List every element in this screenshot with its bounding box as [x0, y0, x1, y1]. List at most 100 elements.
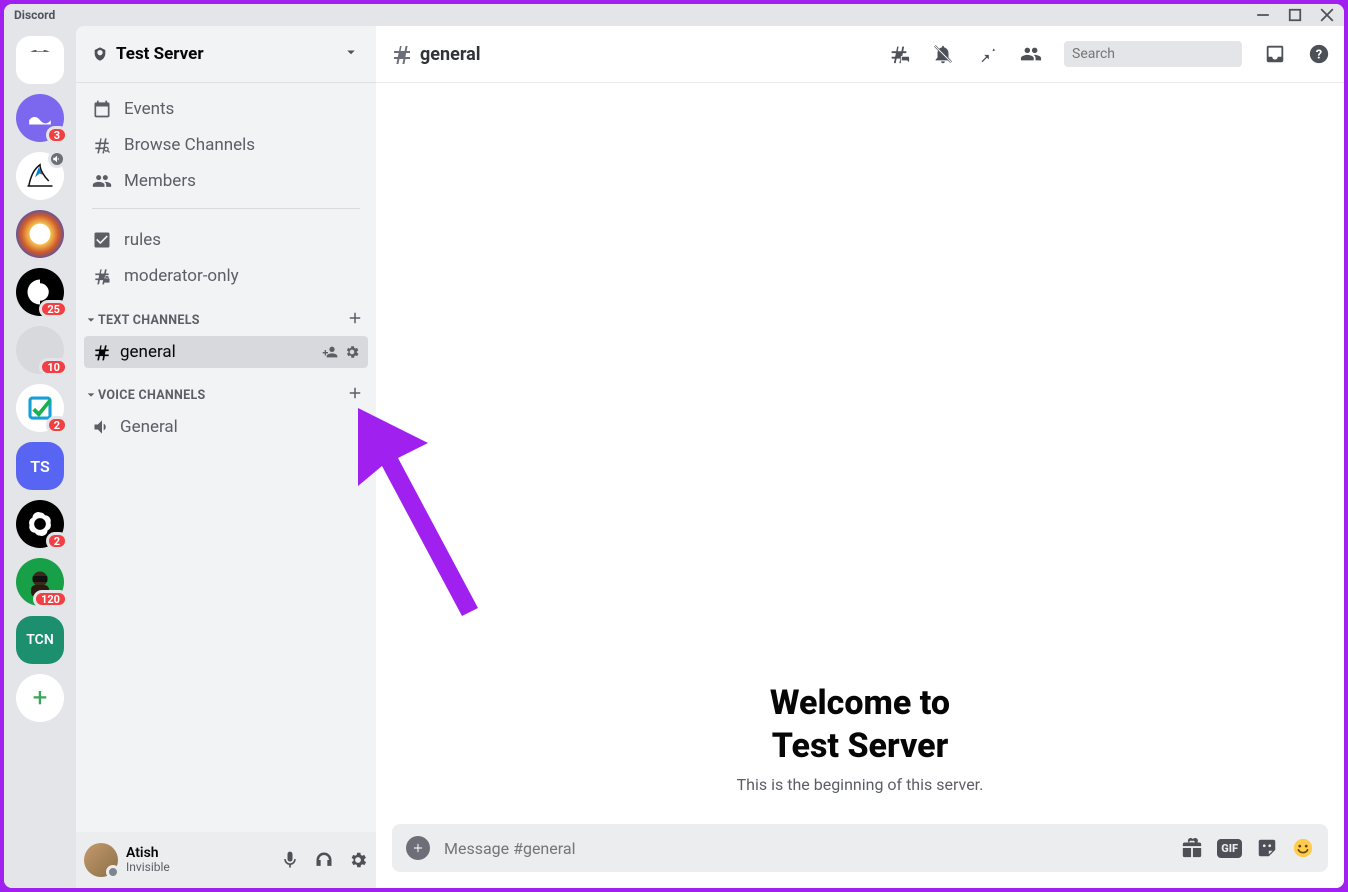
add-voice-channel-button[interactable]: [346, 384, 364, 406]
settings-gear-icon[interactable]: [348, 850, 368, 870]
nav-browse-channels[interactable]: Browse Channels: [84, 128, 368, 162]
hash-lock-icon: [92, 266, 112, 286]
sticker-icon[interactable]: [1256, 837, 1278, 859]
app-title: Discord: [14, 8, 55, 22]
server-item-3[interactable]: [16, 210, 64, 258]
channel-rules[interactable]: rules: [84, 223, 368, 257]
deafen-icon[interactable]: [314, 850, 334, 870]
member-list-icon[interactable]: [1020, 43, 1042, 65]
add-server-button[interactable]: +: [16, 674, 64, 722]
voice-indicator-icon: [48, 150, 66, 168]
server-item-1[interactable]: 3: [16, 94, 64, 142]
plus-icon: [411, 841, 425, 855]
channel-sidebar: Test Server Events Browse Channels Membe…: [76, 26, 376, 888]
channel-rules-label: rules: [124, 230, 161, 250]
nav-members-label: Members: [124, 171, 196, 191]
category-voice-label: VOICE CHANNELS: [98, 388, 206, 403]
speaker-icon: [92, 417, 112, 437]
gear-icon[interactable]: [344, 344, 360, 360]
unread-badge: 10: [39, 358, 68, 376]
calendar-icon: [92, 99, 112, 119]
welcome-block: Welcome to Test Server This is the begin…: [737, 682, 984, 794]
unread-badge: 25: [39, 300, 68, 318]
message-input[interactable]: [444, 839, 1167, 858]
unread-badge: 2: [46, 416, 68, 434]
chevron-down-icon: [86, 390, 96, 400]
channel-general[interactable]: general: [84, 336, 368, 368]
search-input[interactable]: [1072, 46, 1250, 62]
guild-rail: 3 25 10 2 TS 2: [4, 26, 76, 888]
home-button[interactable]: [16, 36, 64, 84]
voice-channel-general[interactable]: General: [84, 411, 368, 443]
rules-icon: [92, 230, 112, 250]
server-header[interactable]: Test Server: [76, 26, 376, 82]
server-item-6[interactable]: 2: [16, 384, 64, 432]
server-boost-icon: [92, 46, 108, 62]
nav-browse-label: Browse Channels: [124, 135, 255, 155]
attach-button[interactable]: [406, 836, 430, 860]
channel-general-label: general: [120, 342, 176, 362]
chevron-down-icon: [86, 315, 96, 325]
user-status: Invisible: [126, 861, 272, 874]
server-ts-label: TS: [30, 457, 49, 476]
search-box[interactable]: [1064, 41, 1242, 67]
hash-icon: [390, 42, 414, 66]
welcome-subtitle: This is the beginning of this server.: [737, 775, 984, 794]
server-name: Test Server: [116, 44, 204, 64]
divider: [92, 208, 360, 209]
emoji-icon[interactable]: [1292, 837, 1314, 859]
mute-icon[interactable]: [280, 850, 300, 870]
nav-events[interactable]: Events: [84, 92, 368, 126]
user-info[interactable]: Atish Invisible: [126, 846, 272, 875]
category-text-channels[interactable]: TEXT CHANNELS: [84, 305, 368, 335]
maximize-icon[interactable]: [1288, 8, 1302, 22]
browse-icon: [92, 135, 112, 155]
chat-channel-name: general: [420, 44, 481, 65]
voice-channel-general-label: General: [120, 417, 178, 437]
server-item-ts[interactable]: TS: [16, 442, 64, 490]
user-avatar[interactable]: [84, 843, 118, 877]
category-text-label: TEXT CHANNELS: [98, 313, 200, 328]
inbox-icon[interactable]: [1264, 43, 1286, 65]
pinned-icon[interactable]: [976, 43, 998, 65]
welcome-line2: Test Server: [772, 726, 949, 766]
add-text-channel-button[interactable]: [346, 309, 364, 331]
members-icon: [92, 171, 112, 191]
notifications-icon[interactable]: [932, 43, 954, 65]
chat-header: general ?: [376, 26, 1344, 82]
chat-body: Welcome to Test Server This is the begin…: [376, 82, 1344, 888]
server-item-9[interactable]: 120: [16, 558, 64, 606]
server-tcn-label: TCN: [26, 632, 53, 648]
channel-mod-label: moderator-only: [124, 266, 239, 286]
hash-icon: [92, 342, 112, 362]
channel-moderator-only[interactable]: moderator-only: [84, 259, 368, 293]
discord-logo-icon: [26, 46, 54, 74]
chevron-down-icon: [342, 43, 360, 65]
close-icon[interactable]: [1320, 8, 1334, 22]
category-voice-channels[interactable]: VOICE CHANNELS: [84, 380, 368, 410]
help-icon[interactable]: ?: [1308, 43, 1330, 65]
message-composer[interactable]: GIF: [392, 824, 1328, 872]
unread-badge: 120: [33, 590, 68, 608]
threads-icon[interactable]: [888, 43, 910, 65]
titlebar: Discord: [4, 4, 1344, 26]
server-item-4[interactable]: 25: [16, 268, 64, 316]
svg-text:?: ?: [1316, 48, 1322, 63]
nav-events-label: Events: [124, 99, 174, 119]
unread-badge: 2: [46, 532, 68, 550]
server-item-5[interactable]: 10: [16, 326, 64, 374]
status-indicator-invisible: [106, 865, 120, 879]
user-panel: Atish Invisible: [76, 832, 376, 888]
annotation-arrow-icon: [358, 408, 498, 618]
minimize-icon[interactable]: [1256, 8, 1270, 22]
server-item-2[interactable]: [16, 152, 64, 200]
nav-members[interactable]: Members: [84, 164, 368, 198]
gif-button[interactable]: GIF: [1217, 839, 1242, 858]
unread-badge: 3: [46, 126, 68, 144]
invite-icon[interactable]: [322, 344, 338, 360]
server-item-8[interactable]: 2: [16, 500, 64, 548]
server-item-tcn[interactable]: TCN: [16, 616, 64, 664]
welcome-line1: Welcome to: [770, 683, 950, 723]
gift-icon[interactable]: [1181, 837, 1203, 859]
user-name: Atish: [126, 846, 272, 861]
